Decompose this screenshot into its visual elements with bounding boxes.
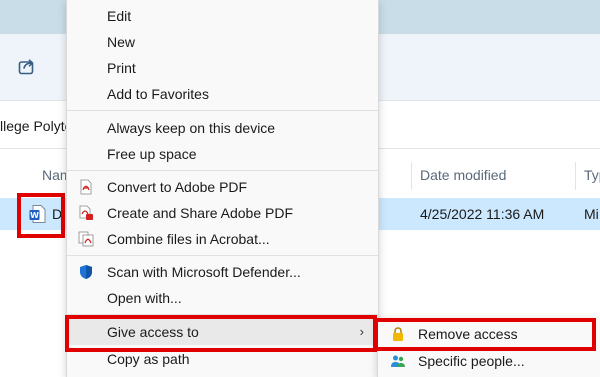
address-path-text: llege Polyte [0,118,73,134]
menu-item-free-up-space[interactable]: Free up space [67,141,378,167]
submenu-item-specific-people[interactable]: Specific people... [378,348,600,374]
menu-item-label: Add to Favorites [107,86,209,102]
column-divider[interactable] [411,162,412,190]
menu-item-label: Always keep on this device [107,120,276,136]
menu-item-label: Edit [107,8,132,24]
menu-item-print[interactable]: Print [67,55,378,81]
menu-item-combine-files-in-acrobat[interactable]: Combine files in Acrobat... [67,226,378,252]
column-header-type[interactable]: Typ [584,167,600,183]
menu-item-label: Print [107,60,136,76]
column-divider[interactable] [575,162,576,190]
menu-separator [67,255,378,256]
acrobat-combine-icon [78,231,94,247]
file-date-modified: 4/25/2022 11:36 AM [420,206,545,222]
menu-item-label: New [107,34,136,50]
file-type: Mi [584,206,599,222]
submenu-item-label: Specific people... [418,353,525,369]
menu-item-label: Combine files in Acrobat... [107,231,270,247]
menu-item-label: Convert to Adobe PDF [107,179,248,195]
menu-item-new[interactable]: New [67,29,378,55]
menu-item-label: Open with... [107,290,182,306]
menu-item-convert-to-adobe-pdf[interactable]: Convert to Adobe PDF [67,174,378,200]
adobe-pdf-share-icon [79,205,93,220]
menu-item-always-keep-on-device[interactable]: Always keep on this device [67,115,378,141]
menu-item-label: Free up space [107,146,197,162]
menu-separator [67,110,378,111]
menu-item-edit[interactable]: Edit [67,3,378,29]
highlight-remove-access [374,318,596,351]
menu-separator [67,170,378,171]
highlight-give-access-to [65,315,377,352]
people-icon [391,355,405,367]
menu-item-label: Create and Share Adobe PDF [107,205,294,221]
menu-item-add-to-favorites[interactable]: Add to Favorites [67,81,378,107]
menu-item-scan-with-microsoft-defender[interactable]: Scan with Microsoft Defender... [67,259,378,285]
menu-item-open-with[interactable]: Open with... [67,285,378,311]
menu-item-create-and-share-adobe-pdf[interactable]: Create and Share Adobe PDF [67,200,378,226]
adobe-pdf-icon [80,179,92,195]
defender-shield-icon [80,265,92,279]
column-header-date-modified[interactable]: Date modified [420,167,506,183]
highlight-file-icon [17,193,65,238]
share-icon[interactable] [17,56,37,76]
menu-item-label: Scan with Microsoft Defender... [107,264,301,280]
